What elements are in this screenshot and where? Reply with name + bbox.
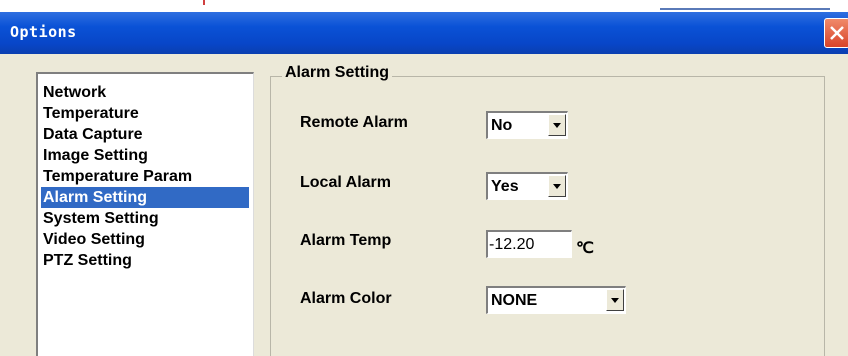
chevron-down-icon — [553, 123, 561, 128]
list-item-network[interactable]: Network — [41, 82, 249, 103]
list-item-ptz-setting[interactable]: PTZ Setting — [41, 250, 249, 271]
alarm-color-dropdown-button[interactable] — [606, 289, 624, 311]
local-alarm-value: Yes — [491, 178, 519, 195]
list-item-system-setting[interactable]: System Setting — [41, 208, 249, 229]
list-item-video-setting[interactable]: Video Setting — [41, 229, 249, 250]
group-title: Alarm Setting — [282, 64, 393, 82]
background-mark — [203, 0, 205, 5]
local-alarm-select[interactable]: Yes — [486, 172, 568, 200]
local-alarm-label: Local Alarm — [300, 174, 391, 191]
alarm-color-label: Alarm Color — [300, 290, 392, 307]
list-item-temperature-param[interactable]: Temperature Param — [41, 166, 249, 187]
list-item-alarm-setting[interactable]: Alarm Setting — [41, 187, 249, 208]
chevron-down-icon — [553, 184, 561, 189]
window-title: Options — [10, 23, 77, 41]
alarm-temp-label: Alarm Temp — [300, 232, 392, 249]
list-item-data-capture[interactable]: Data Capture — [41, 124, 249, 145]
local-alarm-dropdown-button[interactable] — [548, 175, 566, 197]
alarm-temp-input[interactable]: -12.20 — [486, 230, 572, 258]
options-dialog: Options Network Temperature Data Capture… — [0, 12, 848, 356]
alarm-temp-value: -12.20 — [489, 236, 535, 253]
remote-alarm-value: No — [491, 117, 513, 134]
settings-category-list[interactable]: Network Temperature Data Capture Image S… — [36, 72, 254, 356]
close-icon — [830, 26, 844, 40]
alarm-color-value: NONE — [491, 292, 538, 309]
list-item-image-setting[interactable]: Image Setting — [41, 145, 249, 166]
alarm-temp-unit: ℃ — [576, 240, 594, 257]
remote-alarm-select[interactable]: No — [486, 111, 568, 139]
chevron-down-icon — [611, 298, 619, 303]
background-strip — [0, 0, 848, 12]
list-item-temperature[interactable]: Temperature — [41, 103, 249, 124]
alarm-color-select[interactable]: NONE — [486, 286, 626, 314]
title-bar[interactable]: Options — [0, 12, 848, 54]
close-button[interactable] — [824, 18, 848, 48]
background-line — [660, 8, 830, 10]
remote-alarm-dropdown-button[interactable] — [548, 114, 566, 136]
remote-alarm-label: Remote Alarm — [300, 114, 408, 131]
